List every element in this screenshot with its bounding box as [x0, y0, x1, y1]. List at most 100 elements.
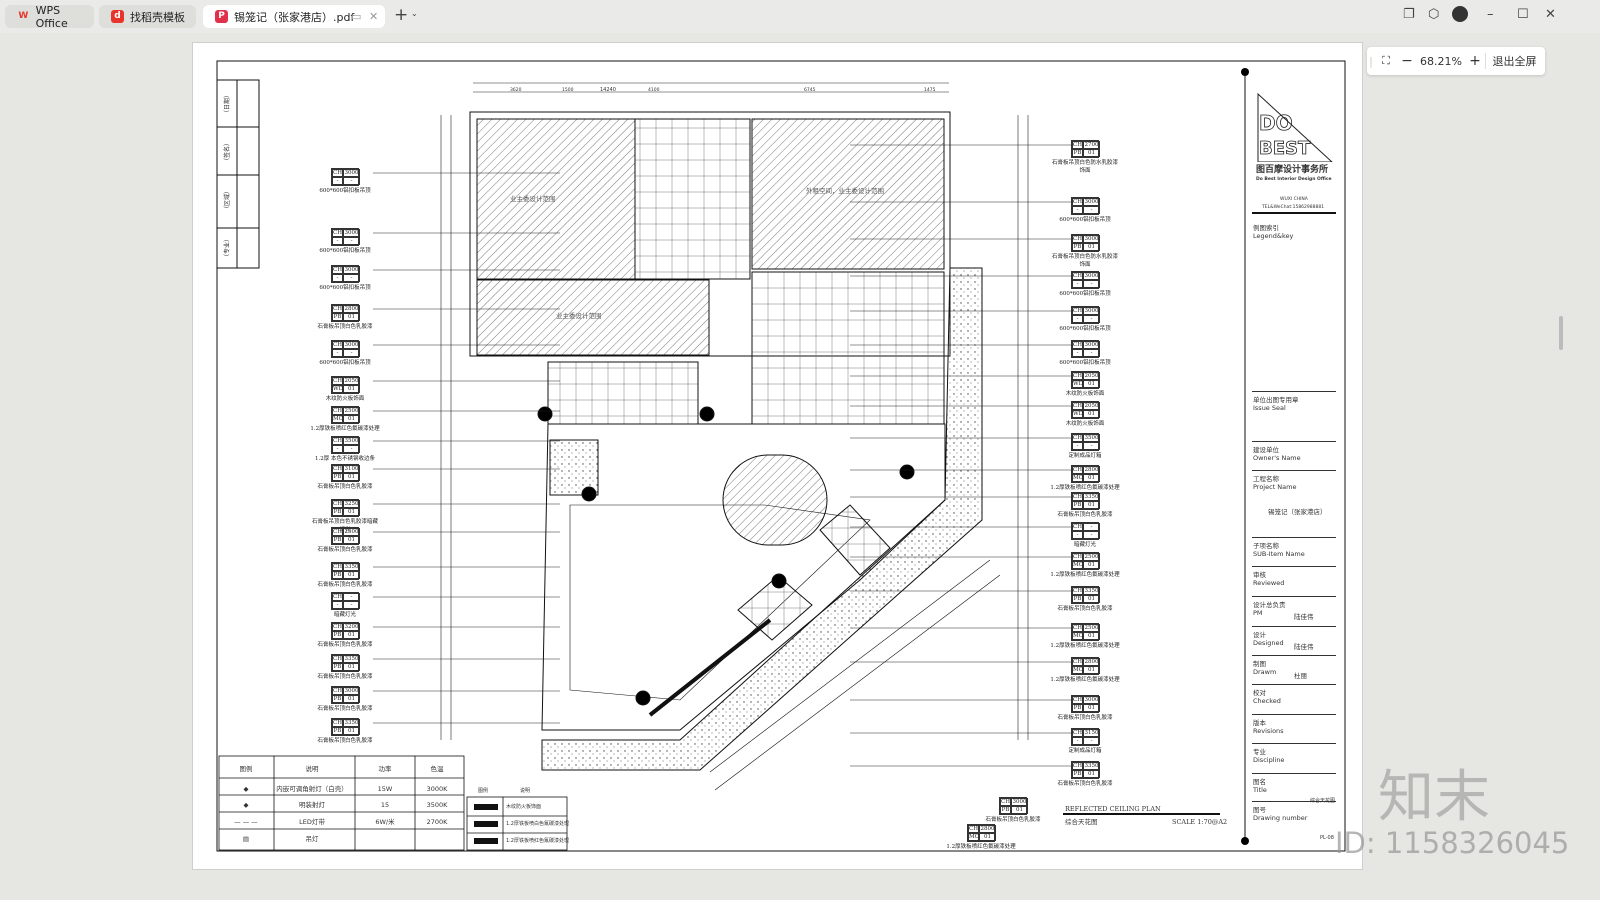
ceiling-tag: CH 3350 PB 01 石膏板吊顶白色乳胶漆 — [1057, 586, 1113, 612]
legend-header: 说明 — [520, 788, 531, 794]
title-field: 校对 Checked — [1253, 689, 1281, 705]
ceiling-tag: CH 3000 PB 01 石膏板吊顶白色乳胶漆 — [317, 686, 373, 712]
strip-label: （专业） — [224, 235, 232, 261]
legend-cell: 1.2厚铁板喷白色氟碳漆处理 — [506, 821, 569, 827]
ceiling-tag: CH 3200 PB 01 石膏板吊顶白色乳胶漆 — [317, 622, 373, 648]
legend-cell: 2700K — [426, 818, 448, 826]
room-label: 业主委设计范围 — [510, 195, 556, 203]
city: WUXI CHINA — [1280, 197, 1308, 202]
drawing-title-cn: 综合天花图 — [1065, 818, 1098, 826]
ceiling-tag: CH 3350 PB 01 石膏板吊顶白色乳胶漆 — [317, 562, 373, 588]
ceiling-tag: CH 3000 PB 01 石膏板吊顶白色防水乳胶漆饰面 — [1051, 234, 1118, 268]
legend-cell: 3500K — [426, 801, 448, 809]
ceiling-tag: CH 3000- -600*600铝扣板吊顶 — [319, 340, 371, 366]
ceiling-tag: CH 2050 WD 01 木纹防火板饰面 — [325, 376, 365, 402]
ceiling-tag: CH 3350 PB 01 石膏板吊顶白色乳胶漆 — [317, 654, 373, 680]
ceiling-tag: CH 2800 MC 01 1.2厚铁板喷红色氟碳漆处理 — [1050, 465, 1120, 491]
ceiling-tag: CH 2800 MC 01 1.2厚铁板喷红色氟碳漆处理 — [1050, 657, 1120, 683]
ceiling-tag: CH 2050 WD 01 木纹防火板饰面 — [1065, 371, 1105, 397]
title-field: 审核 Reviewed — [1253, 571, 1285, 587]
legend-cell: 1.2厚铁板喷红色氟碳漆处理 — [506, 838, 569, 844]
title-field: 单位出图专用章 Issue Seal — [1253, 396, 1299, 412]
title-field: 图号 Drawing number — [1253, 806, 1308, 822]
ceiling-tag: CH 3350 PB 01 石膏板吊顶白色乳胶漆 — [317, 718, 373, 744]
fit-page-icon[interactable]: ⛶ — [1375, 54, 1397, 68]
ceiling-tag: CH 3500- - 定制成品灯箱 — [1068, 433, 1102, 459]
strip-label: （签名） — [224, 139, 232, 165]
ceiling-tag: CH 2800 MC 01 1.2厚铁板喷红色氟碳漆处理 — [946, 824, 1016, 850]
legend-cell: 3000K — [426, 785, 448, 793]
svg-text:DO: DO — [1259, 111, 1293, 135]
ceiling-tag: CH 2500 MC 01 1.2厚铁板喷红色氟碳漆处理 — [310, 406, 380, 432]
title-field: 制图 Drawm — [1253, 660, 1277, 676]
zoom-in-button[interactable]: + — [1465, 53, 1485, 69]
scrollbar-thumb[interactable] — [1559, 316, 1563, 350]
strip-label: （区域） — [224, 187, 232, 213]
title-field: 子项名称 SUB-Item Name — [1253, 542, 1305, 558]
dimension-label: 3620 — [510, 88, 522, 93]
legend-header: 功率 — [378, 765, 392, 773]
zoom-out-button[interactable]: − — [1397, 53, 1417, 69]
company-cn: 图百摩设计事务所 — [1256, 165, 1329, 175]
legend-cell: 木纹防火板饰面 — [506, 804, 542, 810]
dimension-label: 4100 — [648, 88, 660, 93]
legend-cell: 内嵌可调角射灯（白壳） — [276, 785, 348, 793]
tel: TEL&WeChat:15862988881 — [1262, 205, 1325, 210]
legend-cell: 明装射灯 — [299, 801, 325, 809]
title-field: 版本 Revisions — [1253, 719, 1284, 735]
company-logo: DO BEST — [1256, 92, 1334, 163]
ceiling-tag: CH 2800 PB 01 石膏板吊顶白色乳胶漆 — [317, 304, 373, 330]
dim-total: 14240 — [600, 87, 616, 93]
title-field: 设计总负责 PM — [1253, 601, 1286, 617]
ceiling-tag: CH 3150- - 定制成品灯箱 — [1068, 728, 1102, 754]
ceiling-tag: CH 3000- -600*600铝扣板吊顶 — [1059, 340, 1111, 366]
title-field-value: PL-08 — [1320, 835, 1334, 841]
legend-header: 图例 — [478, 788, 489, 794]
ceiling-tag: CH 3100 PB 01 石膏板吊顶白色乳胶漆 — [317, 464, 373, 490]
svg-text:BEST: BEST — [1259, 138, 1311, 159]
ceiling-tag: CH 3350 PB 01 石膏板吊顶白色乳胶漆 — [1057, 761, 1113, 787]
room-label: 外租空间，业主委设计范围 — [806, 187, 884, 195]
title-field-value: 杜丽 — [1294, 672, 1307, 680]
material-swatch — [474, 838, 498, 844]
title-field-value: 陆佳伟 — [1294, 643, 1314, 651]
ceiling-tag: CH 2500 MC 01 1.2厚铁板喷红色氟碳漆处理 — [1050, 552, 1120, 578]
material-swatch — [474, 804, 498, 810]
legend-cell: LED灯带 — [299, 818, 325, 826]
room-label: 业主委设计范围 — [556, 312, 602, 320]
title-field: 建设单位 Owner's Name — [1253, 446, 1301, 462]
title-field-value: 锡笼记（张家港店） — [1268, 508, 1327, 516]
legend-cell: 吊灯 — [305, 835, 319, 843]
ceiling-tag: CH 3000 PB 01 石膏板吊顶白色乳胶漆 — [985, 797, 1041, 823]
ceiling-tag: CH 3000 PB 01 石膏板吊顶白色乳胶漆 — [1057, 695, 1113, 721]
ceiling-tag: CH 2500 PB 01 石膏板吊顶白色乳胶漆 — [317, 527, 373, 553]
ceiling-tag: CH 3500- -1.2厚 本色不锈钢收边条 — [315, 436, 375, 462]
ceiling-tag: CH 3350 PB 01 石膏板吊顶白色乳胶漆 — [1057, 492, 1113, 518]
drawing-title-en: REFLECTED CEILING PLAN — [1065, 805, 1161, 813]
ceiling-tag: CH 2050 WD 01 木纹防火板饰面 — [1065, 401, 1105, 427]
exit-fullscreen-button[interactable]: 退出全屏 — [1485, 53, 1543, 69]
legend-header: 图例 — [239, 765, 253, 773]
legend-header: 说明 — [305, 765, 319, 773]
title-field: 图名 Title — [1253, 778, 1267, 794]
ceiling-tag: CH 3000- -600*600铝扣板吊顶 — [319, 168, 371, 194]
title-field: 工程名称 Project Name — [1253, 475, 1297, 491]
ceiling-tag: CH 2500 MC 01 1.2厚铁板喷红色氟碳漆处理 — [1050, 623, 1120, 649]
material-swatch — [474, 821, 498, 827]
zoom-level[interactable]: 68.21% — [1417, 55, 1465, 68]
company-en: Do Best Interior Design Office — [1256, 177, 1332, 182]
ceiling-tag: CH 3000- -600*600铝扣板吊顶 — [1059, 197, 1111, 223]
ceiling-tag: CH - - - 暗藏灯光 — [310, 592, 380, 618]
title-field: 设计 Designed — [1253, 631, 1284, 647]
dimension-label: 6745 — [804, 88, 816, 93]
title-field-value: 陆佳伟 — [1294, 613, 1314, 621]
watermark-id: ID: 1158326045 — [1335, 826, 1570, 860]
dimension-label: 1475 — [924, 88, 936, 93]
drawing-scale: SCALE 1:70@A2 — [1172, 818, 1228, 826]
ceiling-tag: CH 3000- -600*600铝扣板吊顶 — [319, 228, 371, 254]
ceiling-tag: CH 3000- -600*600铝扣板吊顶 — [1059, 306, 1111, 332]
zoom-toolbar: | ⛶ − 68.21% + 退出全屏 — [1367, 47, 1545, 75]
ceiling-tag: CH 2700 PB 01 石膏板吊顶白色防水乳胶漆饰面 — [1051, 140, 1118, 174]
ceiling-tag: CH - - - 暗藏灯光 — [1050, 522, 1120, 548]
ceiling-tag: CH 3000- -600*600铝扣板吊顶 — [1059, 271, 1111, 297]
